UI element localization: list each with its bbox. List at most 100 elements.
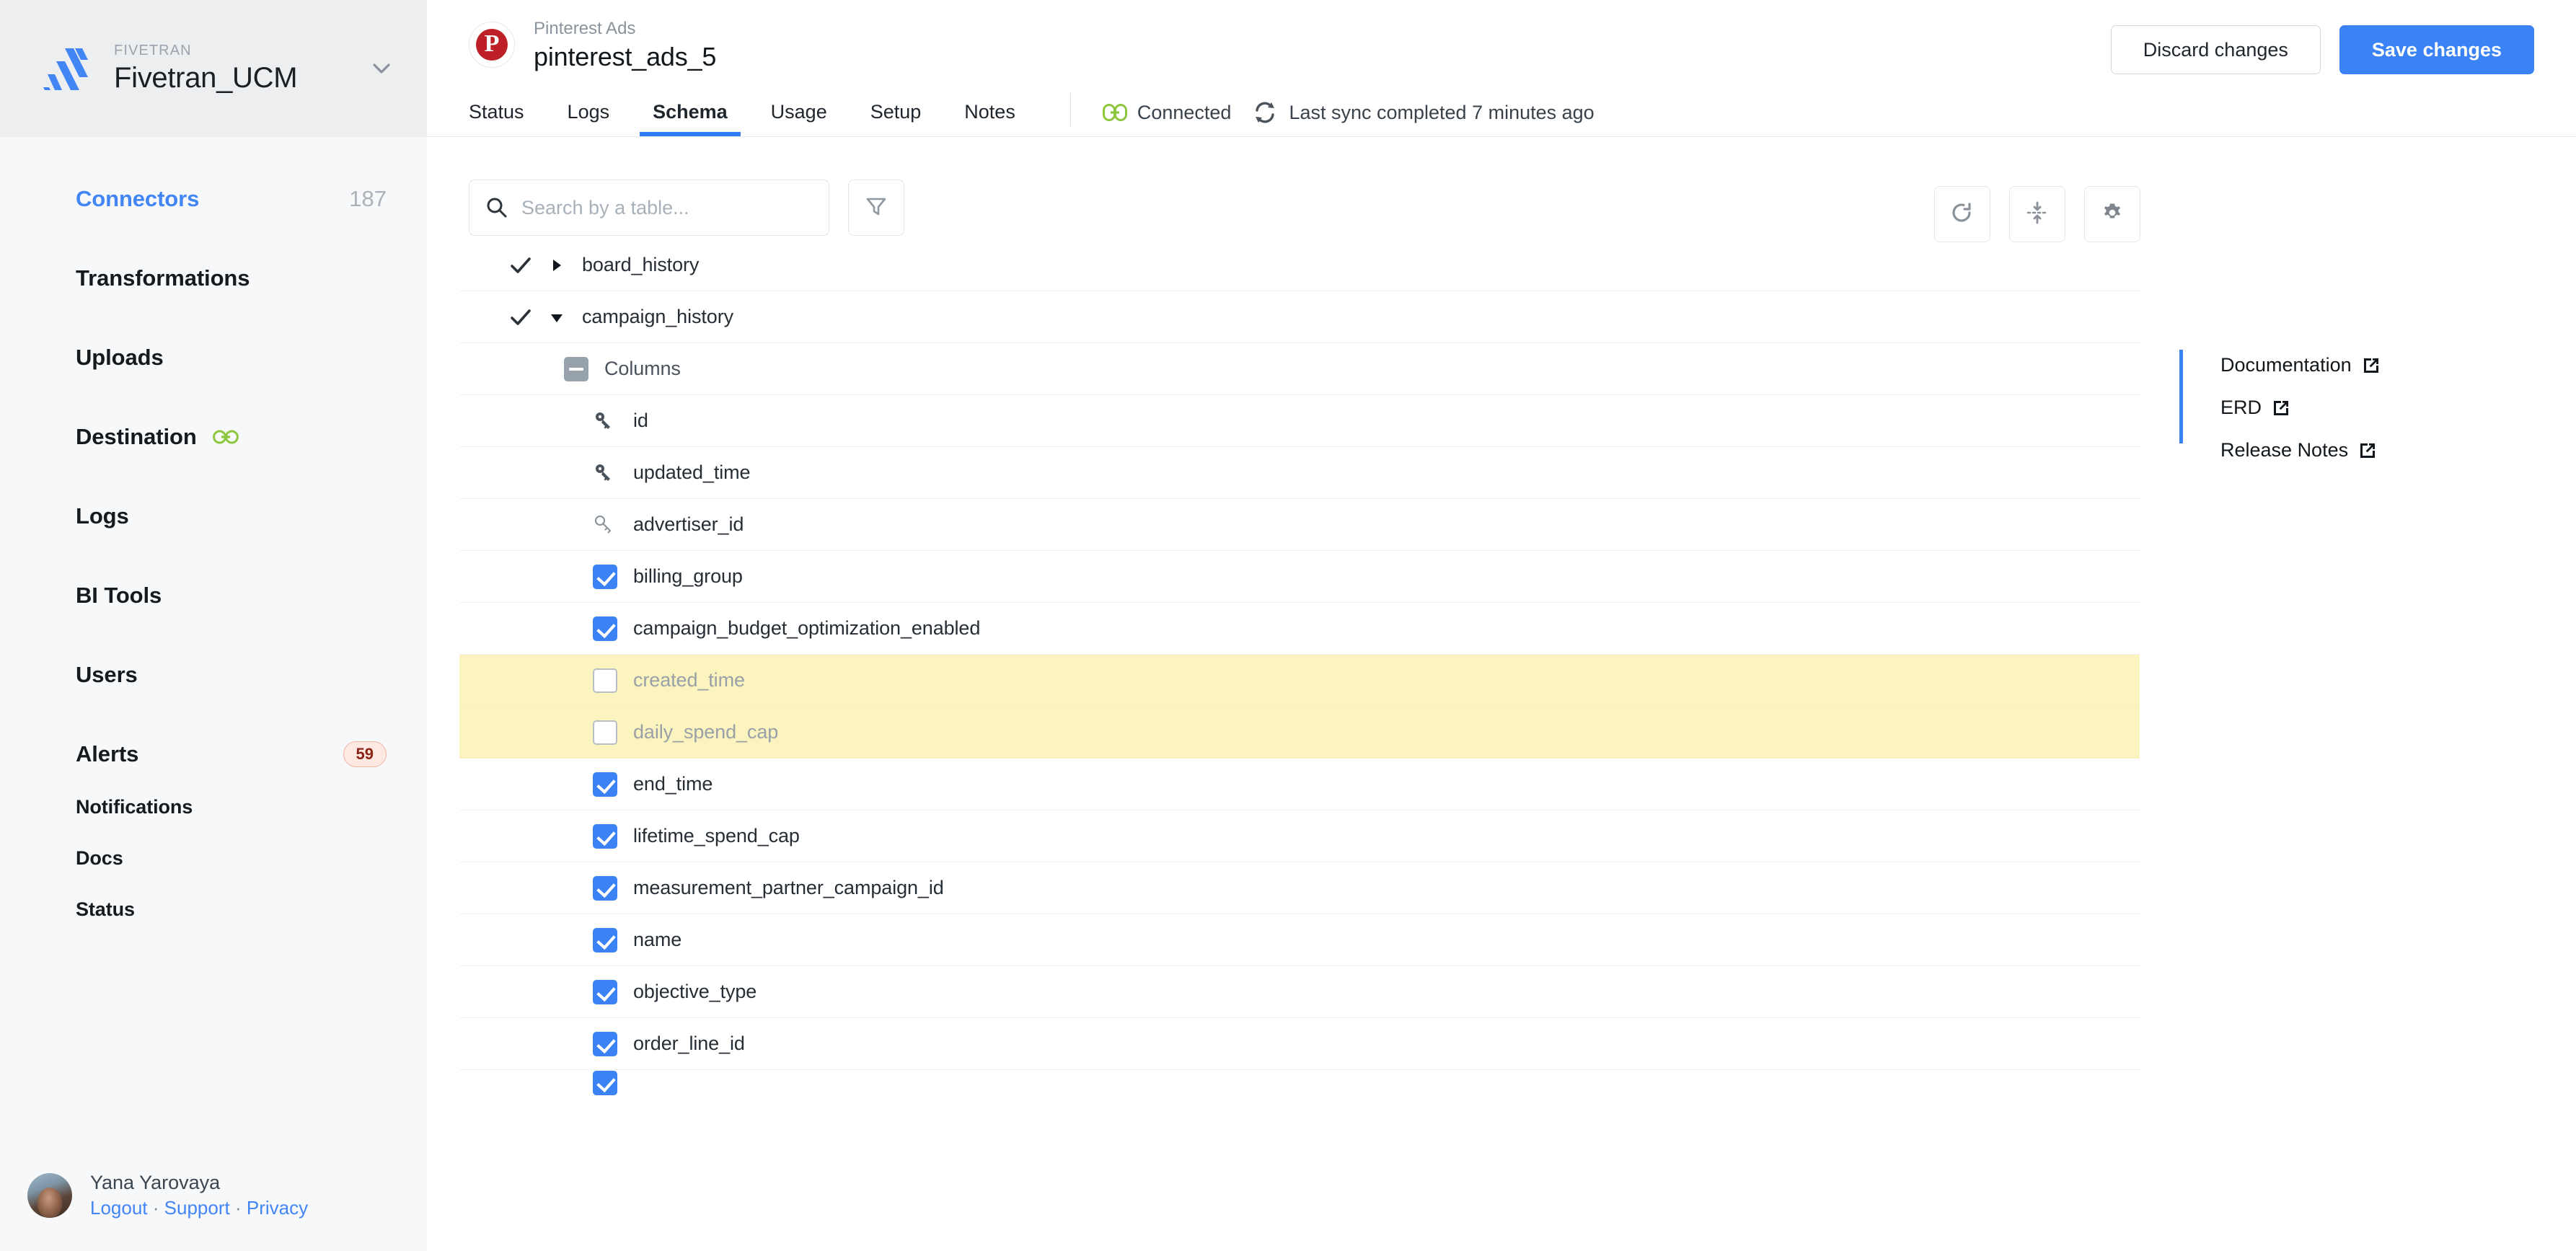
avatar[interactable] — [27, 1172, 72, 1218]
column-row[interactable]: id — [459, 395, 2140, 447]
funnel-icon — [864, 194, 888, 222]
column-row[interactable]: measurement_partner_campaign_id — [459, 862, 2140, 914]
search-input[interactable] — [521, 196, 813, 219]
column-row[interactable]: daily_spend_cap — [459, 707, 2140, 759]
sidebar-item-notifications[interactable]: Notifications — [76, 796, 427, 818]
save-changes-button[interactable]: Save changes — [2339, 25, 2534, 74]
column-name: end_time — [633, 773, 713, 795]
schema-pane: board_history campaign_history — [427, 137, 2158, 1251]
link-separator: · — [234, 1196, 242, 1219]
privacy-link[interactable]: Privacy — [247, 1197, 308, 1219]
column-row[interactable]: campaign_budget_optimization_enabled — [459, 603, 2140, 655]
columns-group-row[interactable]: Columns — [459, 343, 2140, 395]
column-name: created_time — [633, 669, 745, 691]
schema-content: board_history campaign_history — [427, 137, 2576, 1251]
check-icon[interactable] — [508, 305, 533, 330]
tab-status[interactable]: Status — [469, 101, 524, 136]
sidebar-item-logs[interactable]: Logs — [0, 502, 427, 531]
check-icon[interactable] — [508, 253, 533, 278]
release-notes-link[interactable]: Release Notes — [2220, 439, 2576, 461]
sidebar-item-label: Logs — [76, 503, 129, 529]
sidebar-item-connectors[interactable]: Connectors 187 — [0, 185, 427, 213]
column-checkbox[interactable] — [593, 564, 617, 589]
column-row[interactable]: billing_group — [459, 551, 2140, 603]
column-row[interactable]: end_time — [459, 759, 2140, 810]
erd-link[interactable]: ERD — [2220, 397, 2576, 419]
info-links: Documentation ERD Release Notes — [2179, 350, 2576, 461]
table-name: campaign_history — [582, 306, 734, 327]
sidebar-item-transformations[interactable]: Transformations — [0, 264, 427, 293]
column-row[interactable]: created_time — [459, 655, 2140, 707]
chevron-down-icon[interactable] — [547, 308, 566, 327]
sidebar-item-docs[interactable]: Docs — [76, 847, 427, 870]
column-row[interactable] — [459, 1070, 2140, 1096]
column-checkbox[interactable] — [593, 823, 617, 849]
column-row[interactable]: lifetime_spend_cap — [459, 810, 2140, 862]
sidebar-item-users[interactable]: Users — [0, 660, 427, 689]
schema-toolbar — [427, 137, 2158, 242]
collapse-all-icon — [2024, 200, 2050, 229]
tab-notes[interactable]: Notes — [964, 101, 1015, 136]
sidebar-item-destination[interactable]: Destination — [0, 423, 427, 451]
connector-service-name: Pinterest Ads — [534, 19, 636, 38]
chevron-down-icon[interactable] — [369, 56, 394, 81]
workspace-switcher[interactable]: FIVETRAN Fivetran_UCM — [0, 0, 427, 137]
column-row[interactable]: objective_type — [459, 966, 2140, 1018]
column-checkbox[interactable] — [593, 1031, 617, 1056]
column-checkbox[interactable] — [593, 720, 617, 745]
sidebar-item-alerts[interactable]: Alerts 59 — [0, 740, 427, 769]
search-icon — [485, 196, 508, 219]
schema-tree: board_history campaign_history Columns i… — [427, 239, 2158, 1096]
column-checkbox[interactable] — [593, 1071, 617, 1095]
column-checkbox[interactable] — [593, 927, 617, 952]
column-checkbox[interactable] — [593, 875, 617, 901]
sidebar-item-status[interactable]: Status — [76, 898, 427, 921]
chevron-right-icon[interactable] — [547, 256, 566, 275]
sidebar-item-label: Transformations — [76, 265, 250, 291]
schema-toolbar-right — [1915, 186, 2140, 242]
fivetran-logo-icon — [43, 47, 88, 90]
pinterest-icon: P — [476, 29, 508, 61]
column-row[interactable]: updated_time — [459, 447, 2140, 499]
column-checkbox[interactable] — [593, 616, 617, 641]
filter-button[interactable] — [848, 180, 904, 236]
last-sync-text: Last sync completed 7 minutes ago — [1289, 101, 1594, 123]
connector-tabs: Status Logs Schema Usage Setup Notes Con… — [469, 84, 2576, 136]
column-name: campaign_budget_optimization_enabled — [633, 617, 981, 639]
column-checkbox[interactable] — [593, 772, 617, 797]
status-badge: Connected — [1137, 101, 1232, 123]
table-row[interactable]: board_history — [459, 239, 2140, 291]
tab-logs[interactable]: Logs — [568, 101, 610, 136]
page-title: pinterest_ads_5 — [534, 42, 717, 72]
user-block: Yana Yarovaya Logout · Support · Privacy — [90, 1170, 308, 1221]
column-row[interactable]: order_line_id — [459, 1018, 2140, 1070]
discard-changes-button[interactable]: Discard changes — [2110, 25, 2321, 74]
collapse-all-button[interactable] — [2009, 186, 2065, 242]
tab-schema[interactable]: Schema — [640, 101, 741, 136]
column-name: lifetime_spend_cap — [633, 825, 800, 846]
workspace-brand: FIVETRAN Fivetran_UCM — [114, 42, 369, 96]
refresh-button[interactable] — [1934, 186, 1990, 242]
sidebar: FIVETRAN Fivetran_UCM Connectors 187 Tra… — [0, 0, 427, 1251]
column-row[interactable]: name — [459, 914, 2140, 966]
documentation-link[interactable]: Documentation — [2220, 354, 2576, 376]
brand-kicker: FIVETRAN — [114, 42, 192, 58]
tab-setup[interactable]: Setup — [870, 101, 922, 136]
column-checkbox[interactable] — [593, 668, 617, 693]
info-panel: Documentation ERD Release Notes — [2158, 137, 2576, 1251]
sidebar-item-bi-tools[interactable]: BI Tools — [0, 581, 427, 610]
indeterminate-checkbox[interactable] — [564, 356, 588, 381]
search-box[interactable] — [469, 180, 829, 236]
table-row[interactable]: campaign_history — [459, 291, 2140, 343]
column-row[interactable]: advertiser_id — [459, 499, 2140, 551]
settings-button[interactable] — [2084, 186, 2140, 242]
sidebar-item-label: Uploads — [76, 345, 164, 370]
logout-link[interactable]: Logout — [90, 1197, 148, 1219]
primary-key-icon — [593, 410, 616, 433]
sidebar-item-uploads[interactable]: Uploads — [0, 343, 427, 372]
main-content: P Pinterest Ads pinterest_ads_5 Status L… — [427, 0, 2576, 1251]
external-link-icon — [2272, 399, 2290, 417]
support-link[interactable]: Support — [164, 1197, 230, 1219]
column-checkbox[interactable] — [593, 979, 617, 1004]
tab-usage[interactable]: Usage — [771, 101, 827, 136]
